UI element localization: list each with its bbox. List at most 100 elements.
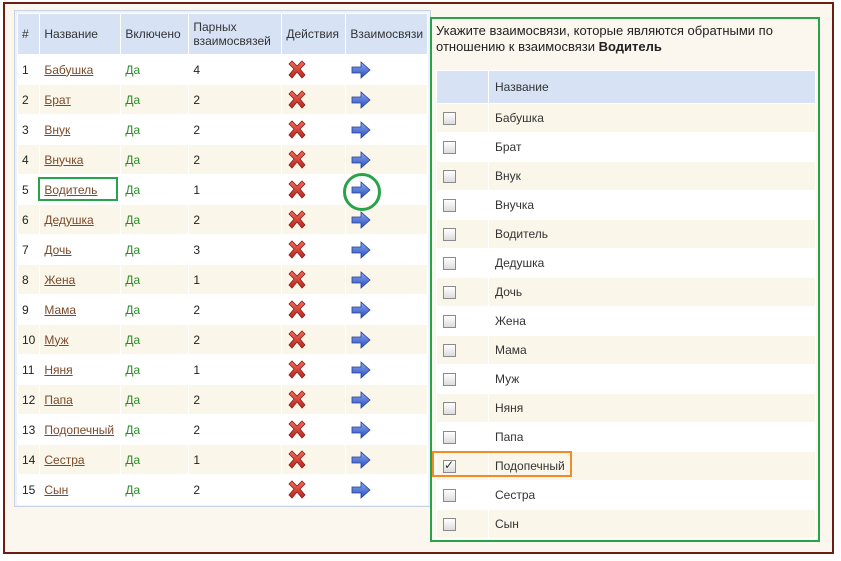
relation-name-link[interactable]: Бабушка	[44, 63, 93, 77]
inverse-relation-label: Дочь	[488, 277, 816, 307]
relation-checkbox[interactable]	[443, 373, 456, 386]
inverse-checkbox-cell	[436, 132, 489, 162]
relation-name-link[interactable]: Водитель	[44, 183, 97, 197]
row-name-cell: Внук	[39, 114, 122, 145]
inverse-row: Подопечный	[436, 451, 816, 481]
arrow-right-icon[interactable]	[350, 299, 372, 321]
relation-checkbox[interactable]	[443, 170, 456, 183]
inverse-row: Водитель	[436, 219, 816, 249]
delete-x-icon[interactable]	[286, 479, 308, 501]
arrow-right-icon[interactable]	[350, 329, 372, 351]
row-name-cell: Подопечный	[39, 414, 122, 445]
relation-name-link[interactable]: Дочь	[44, 243, 71, 257]
row-number: 2	[16, 84, 41, 115]
row-paired-count: 2	[188, 294, 283, 325]
row-actions	[281, 204, 347, 235]
col-header-enabled[interactable]: Включено	[120, 13, 190, 55]
delete-x-icon[interactable]	[286, 239, 308, 261]
relation-name-link[interactable]: Сестра	[44, 453, 84, 467]
delete-x-icon[interactable]	[286, 179, 308, 201]
relation-checkbox[interactable]	[443, 458, 456, 473]
arrow-right-icon[interactable]	[350, 89, 372, 111]
relation-name-link[interactable]: Дедушка	[44, 213, 93, 227]
relation-checkbox[interactable]	[443, 518, 456, 531]
delete-x-icon[interactable]	[286, 269, 308, 291]
relation-name-link[interactable]: Внук	[44, 123, 70, 137]
arrow-right-icon[interactable]	[350, 59, 372, 81]
inverse-relation-label: Папа	[488, 422, 816, 452]
row-actions	[281, 324, 347, 355]
inverse-relation-label: Сын	[488, 509, 816, 539]
row-relations	[345, 474, 429, 505]
delete-x-icon[interactable]	[286, 299, 308, 321]
arrow-right-icon[interactable]	[350, 389, 372, 411]
relation-name-link[interactable]: Жена	[44, 273, 75, 287]
relation-checkbox[interactable]	[443, 286, 456, 299]
arrow-right-icon[interactable]	[350, 449, 372, 471]
arrow-right-icon[interactable]	[350, 419, 372, 441]
table-row: 9 Мама Да 2	[16, 294, 429, 325]
col-header-num[interactable]: #	[16, 13, 41, 55]
inverse-relation-label: Муж	[488, 364, 816, 394]
relation-name-link[interactable]: Муж	[44, 333, 68, 347]
arrow-right-icon[interactable]	[350, 179, 372, 201]
row-paired-count: 2	[188, 414, 283, 445]
relation-name-link[interactable]: Папа	[44, 393, 72, 407]
delete-x-icon[interactable]	[286, 389, 308, 411]
relation-checkbox[interactable]	[443, 315, 456, 328]
col-header-paired[interactable]: Парных взаимосвязей	[188, 13, 283, 55]
row-actions	[281, 144, 347, 175]
delete-x-icon[interactable]	[286, 59, 308, 81]
inverse-col-checkbox	[436, 70, 489, 104]
relation-name-link[interactable]: Подопечный	[44, 423, 114, 437]
relation-checkbox[interactable]	[443, 257, 456, 270]
inverse-row: Дочь	[436, 277, 816, 307]
arrow-right-icon[interactable]	[350, 479, 372, 501]
row-name-cell: Водитель	[39, 174, 122, 205]
relation-name-link[interactable]: Мама	[44, 303, 76, 317]
relation-name-link[interactable]: Брат	[44, 93, 70, 107]
row-name-cell: Брат	[39, 84, 122, 115]
inverse-header-row: Название	[436, 70, 816, 104]
relation-name-link[interactable]: Внучка	[44, 153, 83, 167]
arrow-right-icon[interactable]	[350, 359, 372, 381]
relation-checkbox[interactable]	[443, 228, 456, 241]
row-enabled: Да	[120, 84, 190, 115]
delete-x-icon[interactable]	[286, 419, 308, 441]
delete-x-icon[interactable]	[286, 119, 308, 141]
col-header-actions: Действия	[281, 13, 347, 55]
relation-checkbox[interactable]	[443, 199, 456, 212]
inverse-row: Дедушка	[436, 248, 816, 278]
row-enabled: Да	[120, 324, 190, 355]
arrow-right-icon[interactable]	[350, 119, 372, 141]
row-number: 4	[16, 144, 41, 175]
relation-checkbox[interactable]	[443, 141, 456, 154]
relation-checkbox[interactable]	[443, 344, 456, 357]
row-actions	[281, 354, 347, 385]
arrow-right-icon[interactable]	[350, 269, 372, 291]
relation-checkbox[interactable]	[443, 431, 456, 444]
row-name-cell: Дедушка	[39, 204, 122, 235]
relation-checkbox[interactable]	[443, 112, 456, 125]
arrow-right-icon[interactable]	[350, 149, 372, 171]
row-paired-count: 1	[188, 264, 283, 295]
arrow-right-icon[interactable]	[350, 239, 372, 261]
row-name-cell: Папа	[39, 384, 122, 415]
delete-x-icon[interactable]	[286, 359, 308, 381]
relation-name-link[interactable]: Сын	[44, 483, 68, 497]
delete-x-icon[interactable]	[286, 149, 308, 171]
delete-x-icon[interactable]	[286, 449, 308, 471]
delete-x-icon[interactable]	[286, 329, 308, 351]
col-header-name[interactable]: Название	[39, 13, 122, 55]
relation-checkbox[interactable]	[443, 402, 456, 415]
row-actions	[281, 384, 347, 415]
delete-x-icon[interactable]	[286, 209, 308, 231]
relation-name-link[interactable]: Няня	[44, 363, 72, 377]
delete-x-icon[interactable]	[286, 89, 308, 111]
inverse-row: Сестра	[436, 480, 816, 510]
relation-checkbox[interactable]	[443, 489, 456, 502]
row-number: 5	[16, 174, 41, 205]
arrow-right-icon[interactable]	[350, 209, 372, 231]
row-enabled: Да	[120, 354, 190, 385]
row-name-cell: Внучка	[39, 144, 122, 175]
